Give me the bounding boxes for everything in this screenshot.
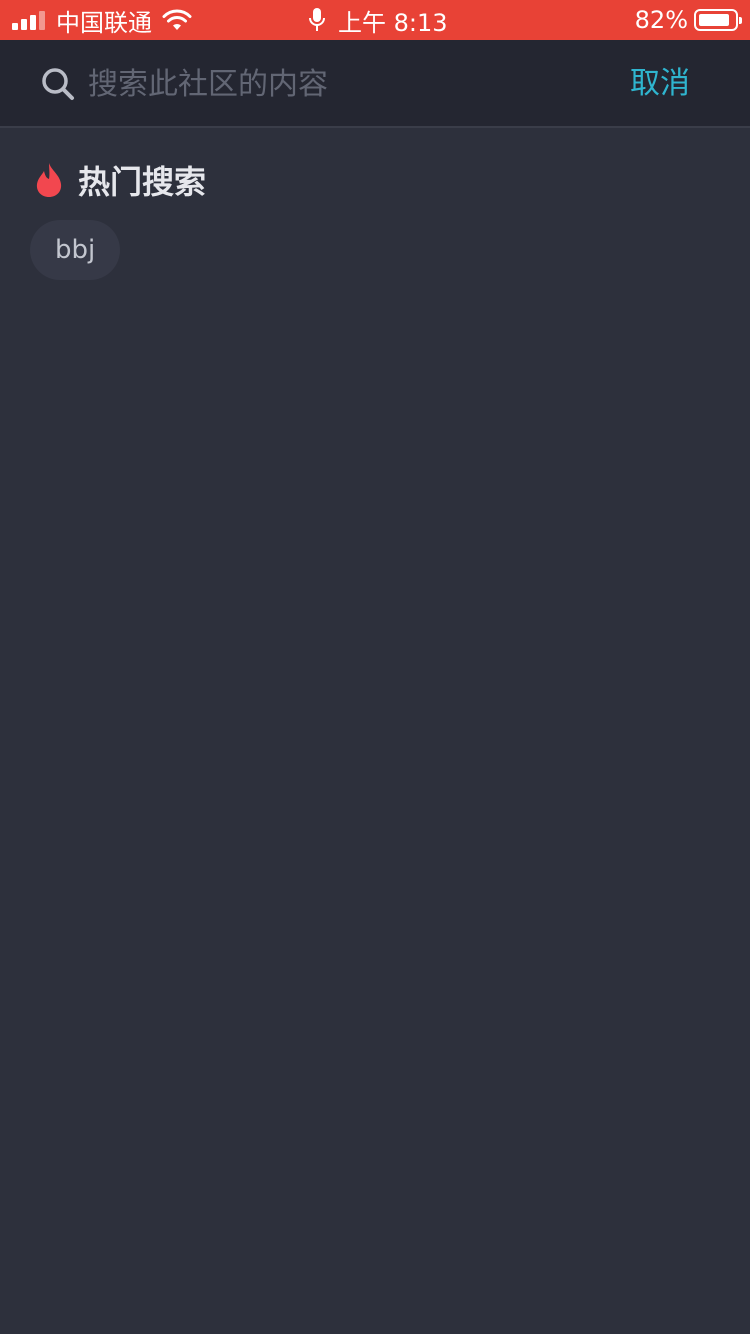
- battery-percent: 82%: [634, 6, 688, 34]
- status-left: 中国联通: [12, 0, 192, 40]
- search-input[interactable]: [88, 60, 568, 108]
- signal-icon: [12, 10, 48, 30]
- hot-search-tags: bbj: [30, 220, 121, 280]
- flame-icon: [36, 163, 62, 197]
- search-icon: [42, 68, 74, 100]
- clock: 上午 8:13: [338, 8, 448, 37]
- hot-search-title: 热门搜索: [78, 163, 207, 201]
- status-right: 82%: [634, 0, 742, 40]
- cancel-button[interactable]: 取消: [630, 62, 690, 106]
- status-bar: 中国联通 上午 8:13 82%: [0, 0, 750, 40]
- hot-search-header: 热门搜索: [32, 160, 207, 201]
- wifi-icon: [162, 9, 192, 30]
- carrier-label: 中国联通: [56, 8, 152, 37]
- status-center: 上午 8:13: [308, 0, 448, 40]
- battery-icon: [694, 9, 742, 31]
- microphone-icon: [309, 8, 325, 31]
- hot-search-tag[interactable]: bbj: [30, 220, 121, 280]
- search-bar: 取消: [0, 40, 750, 128]
